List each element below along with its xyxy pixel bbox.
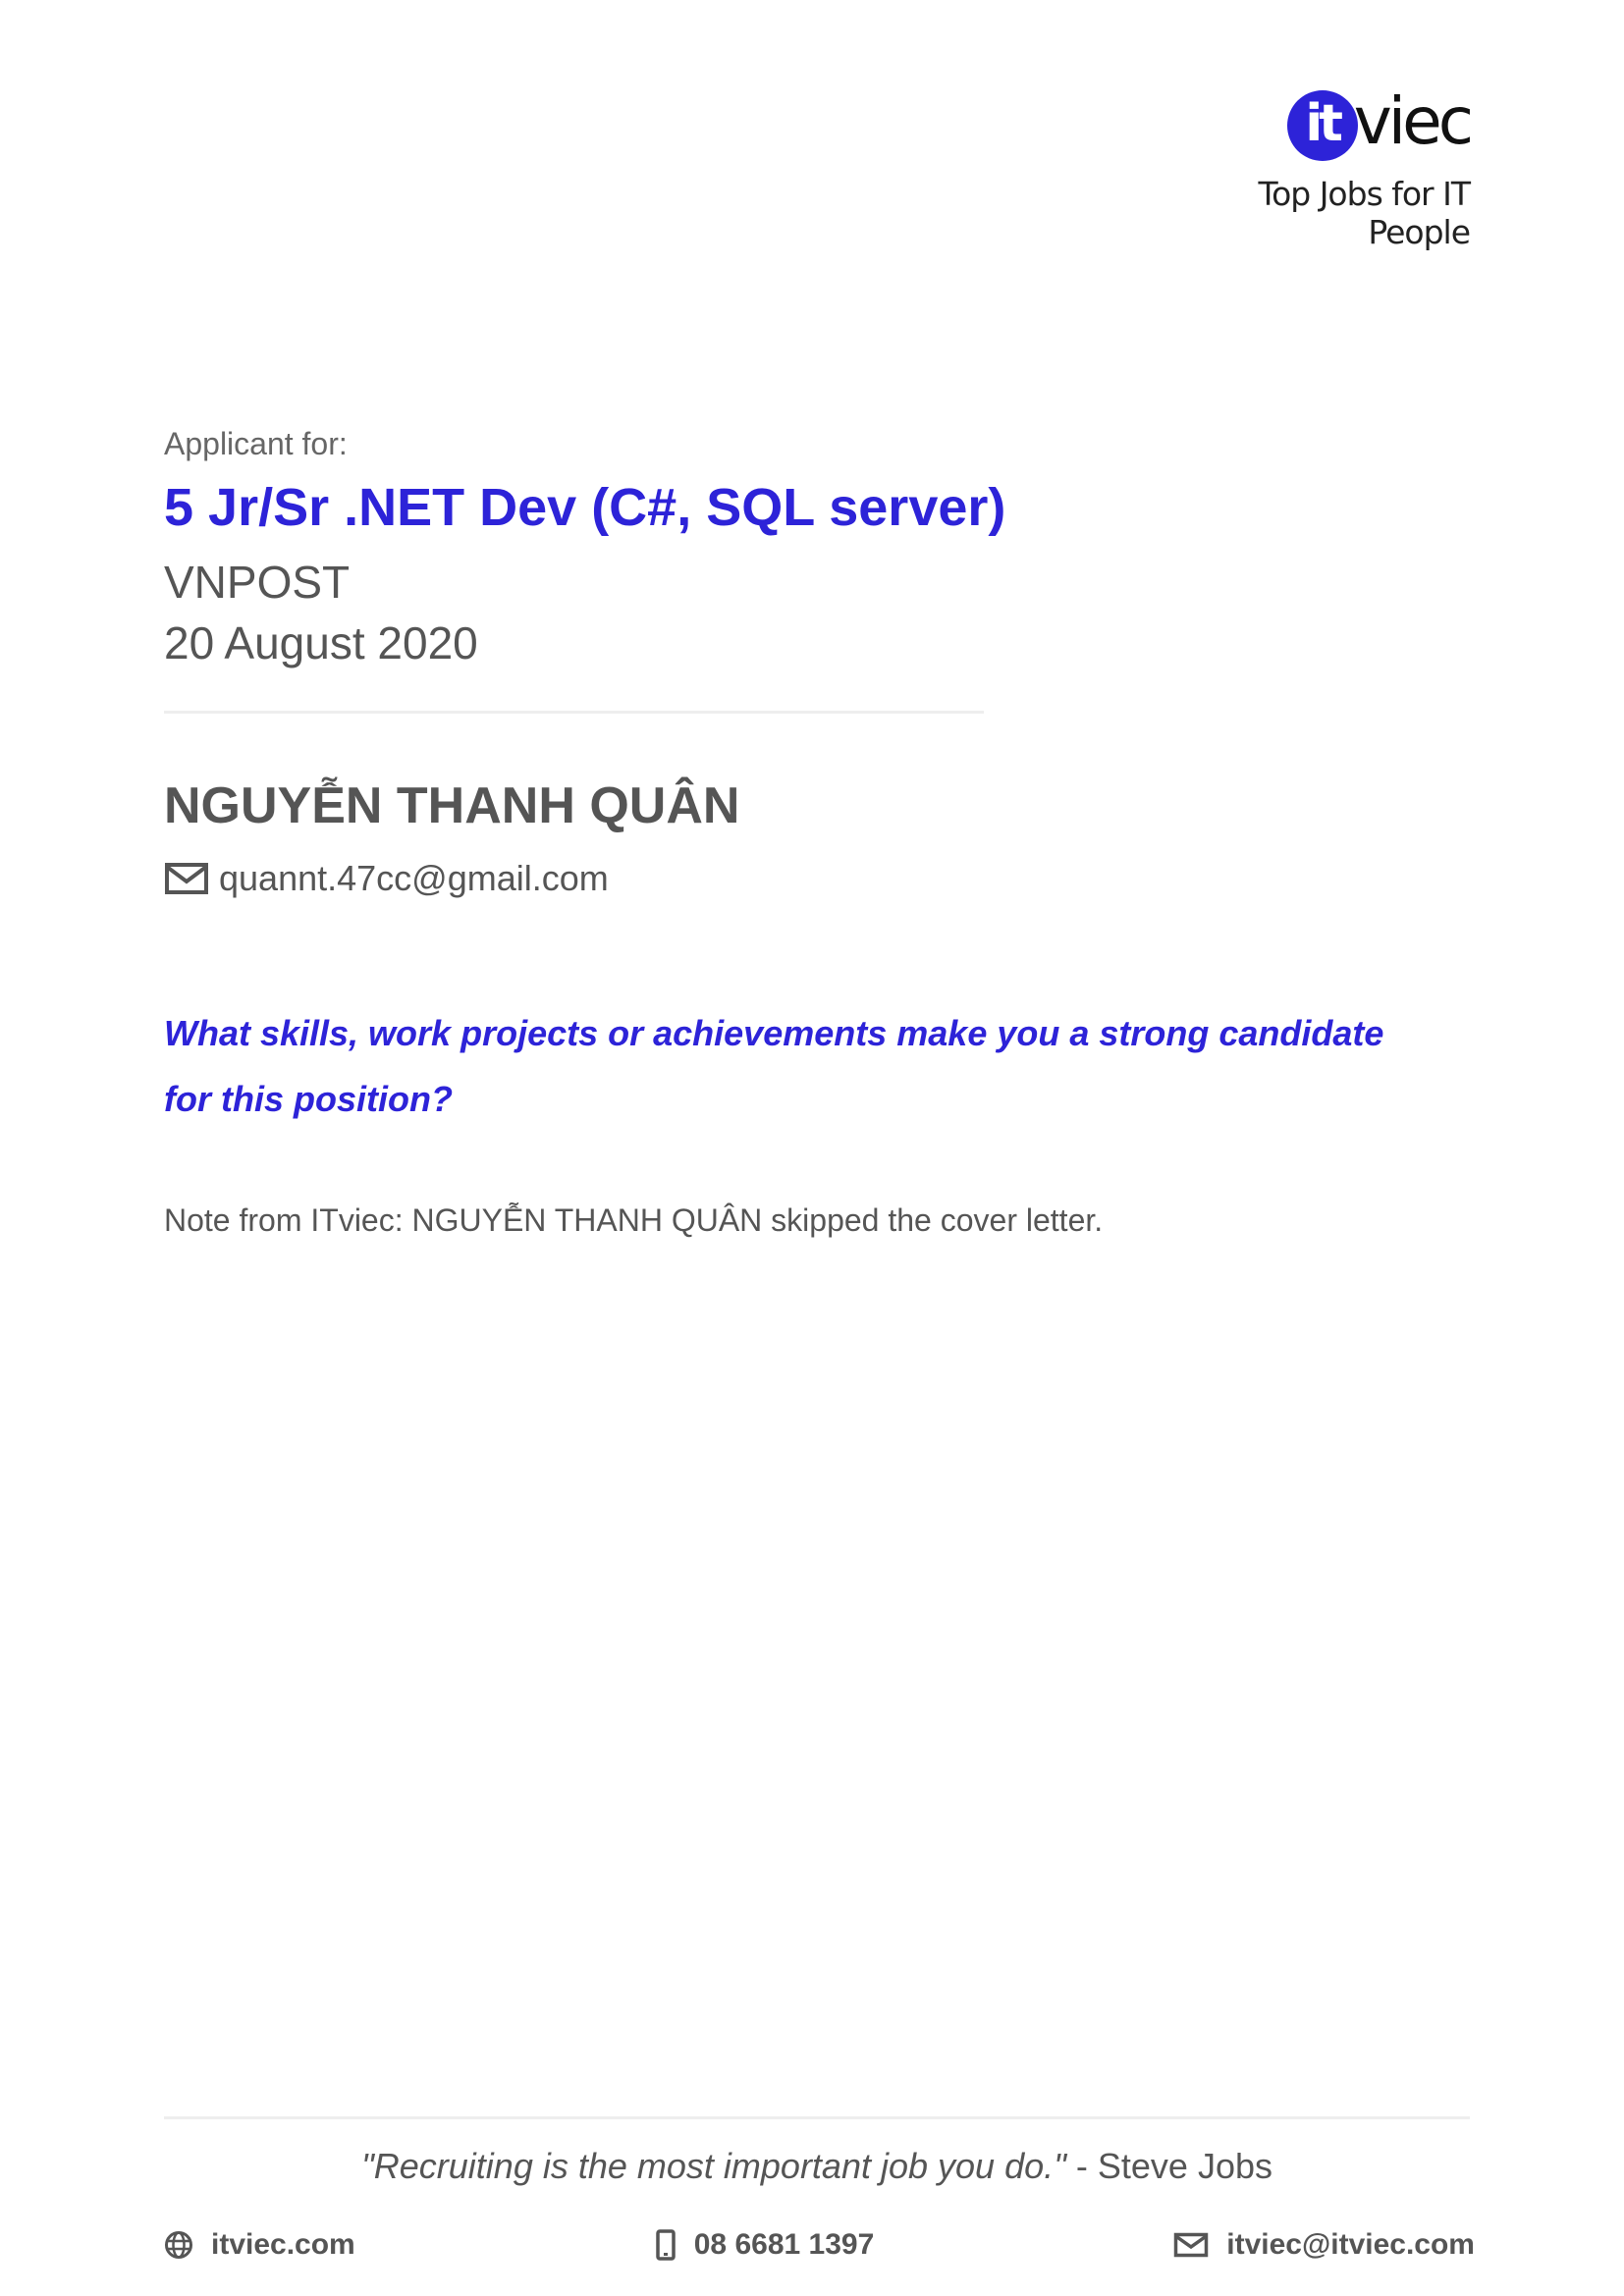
itviec-header: it viec Top Jobs for IT People (1156, 83, 1474, 252)
phone-number[interactable]: 08 6681 1397 (694, 2228, 875, 2262)
candidate-email[interactable]: quannt.47cc@gmail.com (219, 855, 609, 902)
logo-text: viec (1353, 83, 1474, 159)
mail-icon (1174, 2232, 1209, 2258)
logo-mark: it (1286, 90, 1358, 161)
candidate-name: NGUYỄN THANH QUÂN (164, 777, 740, 834)
footer-quote: "Recruiting is the most important job yo… (164, 2145, 1470, 2188)
application-date: 20 August 2020 (164, 617, 478, 668)
footer-divider (164, 2116, 1470, 2119)
footer-website[interactable]: itviec.com (164, 2228, 355, 2262)
itviec-logo: it viec (1286, 83, 1474, 165)
cover-letter-question: What skills, work projects or achievemen… (164, 1013, 1384, 1119)
globe-icon (165, 2231, 192, 2259)
mail-icon (165, 863, 208, 894)
quote-text: "Recruiting is the most important job yo… (361, 2146, 1066, 2186)
phone-icon (656, 2229, 676, 2261)
website-link[interactable]: itviec.com (211, 2228, 355, 2262)
section-divider (164, 711, 984, 714)
footer-phone[interactable]: 08 6681 1397 (655, 2228, 875, 2262)
job-title: 5 Jr/Sr .NET Dev (C#, SQL server) (164, 478, 1006, 537)
candidate-email-row: quannt.47cc@gmail.com (164, 855, 1470, 902)
email-link[interactable]: itviec@itviec.com (1226, 2228, 1475, 2262)
footer-email[interactable]: itviec@itviec.com (1173, 2228, 1475, 2262)
itviec-note: Note from ITviec: NGUYỄN THANH QUÂN skip… (164, 1202, 1104, 1238)
tagline: Top Jobs for IT People (1258, 175, 1471, 251)
quote-author: - Steve Jobs (1065, 2146, 1272, 2186)
applicant-label: Applicant for: (164, 426, 348, 461)
company-name: VNPOST (164, 557, 351, 608)
cover-letter-content: Applicant for: 5 Jr/Sr .NET Dev (C#, SQL… (164, 424, 1470, 1240)
footer-contacts: itviec.com 08 6681 1397 itviec@itviec.co… (164, 2225, 1475, 2265)
